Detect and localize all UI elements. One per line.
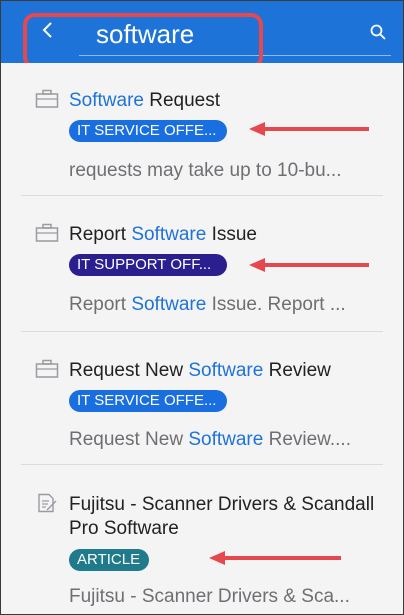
document-icon [38, 493, 57, 513]
red-arrow-icon [249, 258, 369, 272]
briefcase-icon [35, 223, 59, 242]
annotation-highlight-box [23, 13, 263, 69]
result-title: Fujitsu - Scanner Drivers & Scandall Pro… [69, 494, 375, 539]
result-title: Report Software Issue [69, 224, 257, 245]
list-item[interactable]: Fujitsu - Scanner Drivers & Scandall Pro… [1, 465, 403, 614]
list-item[interactable]: Software Request IT SERVICE OFFE... requ… [1, 63, 403, 195]
result-title: Request New Software Review [69, 360, 331, 381]
search-icon[interactable] [369, 23, 387, 41]
result-description: Request New Software Review.... [69, 429, 351, 450]
red-arrow-icon [249, 122, 369, 136]
list-item[interactable]: Request New Software Review IT SERVICE O… [1, 332, 403, 464]
app-screen: software Software Request IT SERVICE OFF… [0, 0, 404, 615]
category-badge: IT SERVICE OFFE... [69, 120, 227, 142]
briefcase-icon [35, 89, 59, 108]
briefcase-icon [35, 359, 59, 378]
search-header: software [1, 1, 403, 69]
category-badge: IT SUPPORT OFF... [69, 254, 227, 276]
result-title: Software Request [69, 90, 221, 111]
red-arrow-icon [209, 551, 341, 565]
list-item[interactable]: Report Software Issue IT SUPPORT OFF... … [1, 196, 403, 331]
category-badge: ARTICLE [69, 549, 149, 571]
result-description: requests may take up to 10-bu... [69, 160, 342, 181]
category-badge: IT SERVICE OFFE... [69, 390, 227, 412]
result-description: Report Software Issue. Report ... [69, 294, 346, 315]
result-description: Fujitsu - Scanner Drivers & Sca... [69, 586, 350, 607]
